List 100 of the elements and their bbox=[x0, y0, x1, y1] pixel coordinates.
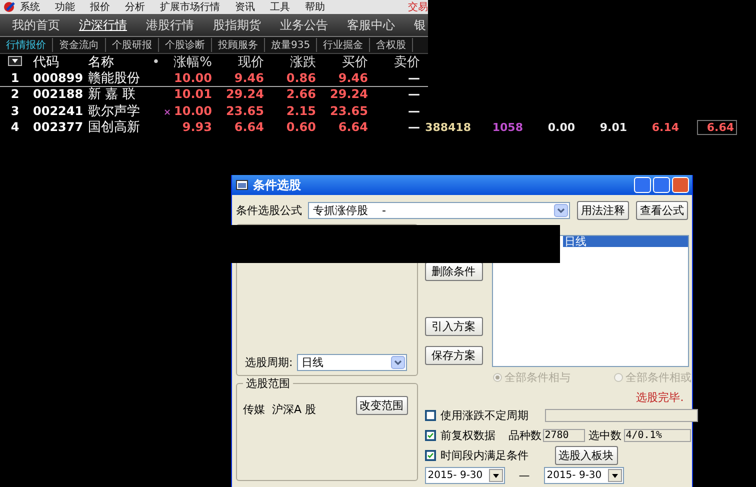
action-button[interactable]: 引入方案 bbox=[424, 317, 483, 336]
column-header: 现价 bbox=[237, 54, 264, 71]
column-header: 名称 bbox=[88, 54, 115, 71]
app-logo-icon bbox=[2, 1, 16, 13]
checkbox-label: 使用涨跌不定周期 bbox=[440, 408, 530, 422]
checkbox[interactable] bbox=[424, 410, 436, 420]
row-number: 2 bbox=[10, 87, 20, 102]
change-percent: 9.93 bbox=[182, 120, 212, 134]
stock-code: 002377 bbox=[32, 120, 84, 134]
minimize-button[interactable] bbox=[634, 177, 651, 193]
menu-item[interactable]: 帮助 bbox=[305, 0, 325, 14]
row-number: 1 bbox=[10, 70, 20, 85]
table-row[interactable]: 2 002188 新 嘉 联 10.01 29.24 2.66 29.24 — bbox=[0, 86, 428, 103]
period-input-field[interactable] bbox=[544, 408, 698, 422]
table-row[interactable]: 3 002241 歌尔声学 × 10.00 23.65 2.15 23.65 — bbox=[0, 103, 428, 120]
formula-button[interactable]: 查看公式 bbox=[636, 200, 688, 220]
add-to-board-button[interactable]: 选股入板块 bbox=[554, 446, 618, 464]
price-cell-text: 0.86 bbox=[285, 70, 316, 85]
column-header: 涨幅% bbox=[172, 54, 212, 71]
price-cell-text: 6.64 bbox=[337, 120, 368, 134]
stock-code: 000899 bbox=[32, 70, 84, 85]
picked-label: 选中数 bbox=[588, 428, 622, 442]
radio-label: 全部条件相与 bbox=[504, 370, 571, 385]
formula-dropdown[interactable]: 专抓涨停股 - bbox=[308, 202, 570, 218]
nav-tab[interactable]: 股指期货 bbox=[201, 16, 268, 34]
column-header: 买价 bbox=[341, 54, 368, 71]
change-percent: 10.00 bbox=[174, 104, 212, 118]
picked-count-field: 4/0.1% bbox=[624, 428, 691, 442]
formula-button[interactable]: 用法注释 bbox=[577, 200, 629, 220]
action-button[interactable]: 删除条件 bbox=[424, 262, 483, 281]
period-dropdown[interactable]: 日线 bbox=[296, 354, 407, 370]
sub-tab[interactable]: 含权股 bbox=[370, 38, 414, 52]
menu-item[interactable]: 功能 bbox=[55, 0, 75, 14]
column-dropdown-icon[interactable] bbox=[8, 56, 22, 66]
trade-menu-item[interactable]: 交易 bbox=[408, 0, 428, 14]
price-cell-text: — bbox=[407, 120, 420, 134]
sub-tab[interactable]: 资金流向 bbox=[53, 38, 106, 52]
row-number: 3 bbox=[10, 104, 20, 118]
menu-item[interactable]: 资讯 bbox=[235, 0, 255, 14]
close-button[interactable] bbox=[672, 177, 689, 193]
price-cell-text: 23.65 bbox=[225, 104, 264, 118]
stock-name: 国创高新 bbox=[88, 119, 141, 136]
sub-tab[interactable]: 行情报价 bbox=[0, 38, 53, 52]
nav-tab[interactable]: 银 bbox=[402, 16, 428, 34]
price-cell-text: 9.46 bbox=[233, 70, 264, 85]
change-scope-button[interactable]: 改变范围 bbox=[356, 396, 408, 415]
row-number: 4 bbox=[10, 120, 20, 134]
menu-item[interactable]: 扩展市场行情 bbox=[160, 0, 220, 14]
date-picker[interactable]: 2015- 9-30 bbox=[544, 466, 624, 484]
nav-tab[interactable]: 我的首页 bbox=[0, 16, 67, 34]
quote-cell-text: 9.01 bbox=[598, 120, 627, 134]
table-row[interactable]: 1 000899 赣能股份 10.00 9.46 0.86 9.46 — bbox=[0, 70, 428, 86]
action-button[interactable]: 保存方案 bbox=[424, 346, 483, 365]
scope-text: 传媒 沪深A 股 bbox=[243, 402, 316, 417]
column-header: 涨跌 bbox=[289, 54, 316, 71]
menu-item[interactable]: 报价 bbox=[90, 0, 110, 14]
nav-tab[interactable]: 业务公告 bbox=[268, 16, 335, 34]
price-cell-text: 0.60 bbox=[285, 120, 316, 134]
stock-code: 002241 bbox=[32, 104, 84, 118]
price-cell-text: 2.66 bbox=[285, 87, 316, 102]
menu-item[interactable]: 分析 bbox=[125, 0, 145, 14]
status-text: 选股完毕. bbox=[635, 390, 684, 405]
nav-tab[interactable]: 港股行情 bbox=[134, 16, 201, 34]
sub-tab[interactable]: 投顾服务 bbox=[212, 38, 265, 52]
column-header: 卖价 bbox=[393, 54, 420, 71]
sub-tab[interactable]: 个股研报 bbox=[106, 38, 159, 52]
condition-list[interactable]: 日线 bbox=[492, 235, 689, 367]
menu-item[interactable]: 系统 bbox=[20, 0, 40, 14]
price-cell-text: — bbox=[407, 70, 420, 85]
stock-name: 歌尔声学 bbox=[88, 102, 141, 120]
sub-tab[interactable]: 放量935 bbox=[265, 38, 318, 52]
change-percent: 10.01 bbox=[174, 87, 212, 102]
price-cell-text: — bbox=[407, 87, 420, 102]
price-cell-text: 29.24 bbox=[329, 87, 368, 102]
nav-tab[interactable]: 客服中心 bbox=[335, 16, 402, 34]
stock-name: 赣能股份 bbox=[88, 70, 141, 87]
price-cell-text: 29.24 bbox=[225, 87, 264, 102]
nav-tab[interactable]: 沪深行情 bbox=[67, 16, 134, 34]
price-cell-text: 6.64 bbox=[233, 120, 264, 134]
sub-tab[interactable]: 行业掘金 bbox=[317, 38, 370, 52]
column-header: 代码 bbox=[32, 54, 60, 71]
condition-item[interactable]: 日线 bbox=[562, 236, 688, 247]
checkbox-label: 前复权数据 bbox=[440, 428, 497, 442]
quote-cell-text: 6.14 bbox=[650, 120, 679, 134]
stock-code: 002188 bbox=[32, 87, 84, 102]
quote-cell-text: 1058 bbox=[491, 120, 523, 134]
radio-label: 全部条件相或 bbox=[626, 370, 692, 385]
price-cell-text: 9.46 bbox=[337, 70, 368, 85]
variety-label: 品种数 bbox=[508, 428, 542, 442]
checkbox[interactable] bbox=[424, 430, 436, 440]
menu-item[interactable]: 工具 bbox=[270, 0, 290, 14]
group-title: 选股范围 bbox=[243, 376, 293, 391]
checkbox[interactable] bbox=[424, 450, 436, 460]
sub-tab[interactable]: 个股诊断 bbox=[159, 38, 212, 52]
price-cell-text: 23.65 bbox=[329, 104, 368, 118]
maximize-button[interactable] bbox=[653, 177, 670, 193]
price-cell-text: 2.15 bbox=[285, 104, 316, 118]
table-row[interactable]: 4 002377 国创高新 9.93 6.64 0.60 6.64 — 388418 1058 0.00 9.01 6.14 6.64 bbox=[0, 120, 737, 136]
date-picker[interactable]: 2015- 9-30 bbox=[424, 466, 505, 484]
window-title: 条件选股 bbox=[253, 176, 301, 194]
